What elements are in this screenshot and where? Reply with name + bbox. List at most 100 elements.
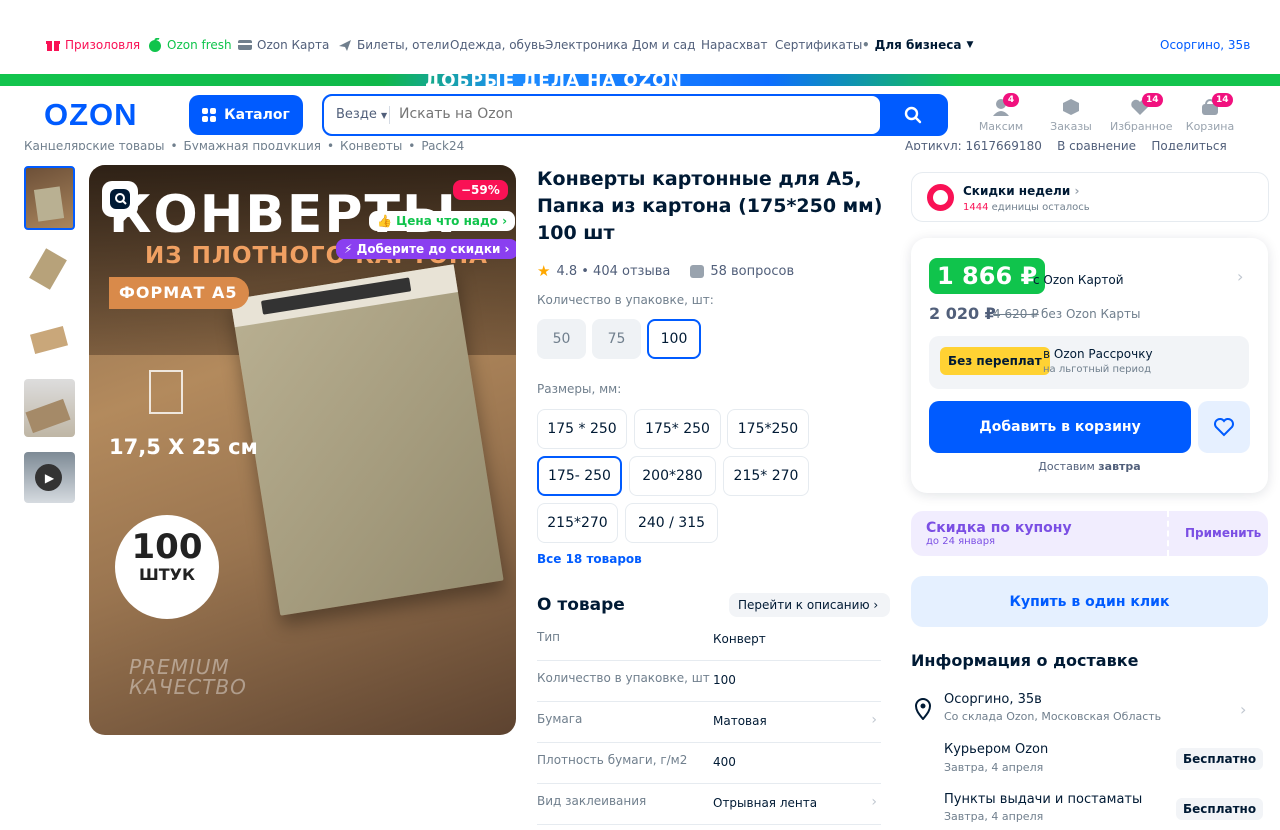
topnav-item-home[interactable]: Дом и сад	[632, 38, 695, 52]
week-deals-title-text: Скидки недели	[963, 184, 1071, 198]
size-option[interactable]: 175*250	[727, 409, 809, 449]
product-title: Конверты картонные для А5, Папка из карт…	[537, 168, 883, 244]
coupon-apply-button[interactable]: Применить	[1185, 526, 1261, 540]
topnav-label: Для бизнеса	[874, 38, 962, 52]
add-to-cart-button[interactable]: Добавить в корзину	[929, 401, 1191, 453]
topnav-item-tickets[interactable]: Билеты, отели	[338, 38, 449, 52]
lightning-icon: ⚡	[344, 242, 353, 256]
heart-outline-icon	[1214, 418, 1234, 437]
premium-line1: PREMIUM	[129, 655, 230, 679]
buy-one-click-button[interactable]: Купить в один клик	[911, 576, 1268, 627]
attr-key: Плотность бумаги, г/м2	[537, 753, 688, 767]
main-product-image[interactable]: КОНВЕРТЫ ИЗ ПЛОТНОГО КАРТОНА ФОРМАТ А5 1…	[89, 165, 516, 735]
gallery-thumb-1[interactable]	[24, 166, 75, 230]
ozon-card-price-label: с Ozon Картой	[1033, 273, 1124, 287]
price-card: 1 866 ₽ с Ozon Картой › 2 020 ₽ 4 620 ₽ …	[911, 238, 1268, 493]
thumbs-up-icon: 👍	[377, 214, 392, 228]
promo-banner[interactable]: ДОБРЫЕ ДЕЛА НА OZON	[0, 74, 1280, 86]
count-unit: ШТУК	[138, 565, 196, 584]
header-profile[interactable]: 4 Максим	[971, 93, 1031, 133]
card-icon	[238, 40, 252, 50]
size-option[interactable]: 175* 250	[634, 409, 721, 449]
installment-sub: на льготный период	[1043, 364, 1152, 375]
search-field-area: Везде ▼	[324, 96, 880, 134]
questions-link[interactable]: 58 вопросов	[710, 264, 794, 279]
topnav-item-trending[interactable]: Нарасхват	[701, 38, 767, 52]
qty-option-selected[interactable]: 100	[647, 319, 701, 359]
qty-label: Количество в упаковке, шт:	[537, 293, 714, 307]
coupon-banner[interactable]: Скидка по купону до 24 января Применить	[911, 511, 1268, 556]
size-option[interactable]: 240 / 315	[625, 503, 718, 543]
breadcrumb: Канцелярские товары • Бумажная продукция • К…	[24, 140, 470, 150]
rating-row[interactable]: ★ 4.8 • 404 отзыва 58 вопросов	[537, 262, 794, 280]
search-bar: Везде ▼	[322, 94, 948, 136]
delivery-address[interactable]: Осоргино, 35в	[944, 692, 1042, 707]
size-option[interactable]: 215*270	[537, 503, 618, 543]
attribute-row: Плотность бумаги, г/м2 400	[537, 743, 881, 784]
share-link[interactable]: Поделиться	[1151, 140, 1226, 150]
breadcrumb-item[interactable]: Канцелярские товары	[24, 140, 164, 150]
gallery-thumb-3[interactable]	[24, 308, 75, 372]
search-button[interactable]	[880, 96, 946, 134]
ozon-logo[interactable]: OZON	[44, 97, 138, 133]
favorite-button[interactable]	[1198, 401, 1250, 453]
count-badge: 100 ШТУК	[115, 515, 219, 619]
catalog-button[interactable]: Каталог	[189, 95, 303, 135]
topnav-label: Ozon Карта	[257, 38, 330, 52]
regular-price-label: без Ozon Карты	[1041, 307, 1141, 321]
topnav-item-clothes[interactable]: Одежда, обувь	[450, 38, 545, 52]
article-number[interactable]: Артикул: 1617669180	[905, 140, 1042, 150]
qty-option[interactable]: 75	[592, 319, 641, 359]
breadcrumb-item[interactable]: Pack24	[421, 140, 464, 150]
search-scope-select[interactable]: Везде ▼	[336, 107, 387, 122]
topnav-label: Электроника	[545, 38, 628, 52]
gallery-thumb-2[interactable]	[24, 238, 75, 302]
grid-icon	[202, 108, 217, 122]
all-products-link[interactable]: Все 18 товаров	[537, 552, 642, 566]
gallery-thumb-video[interactable]: ▶	[24, 452, 75, 503]
rating-text[interactable]: 4.8 • 404 отзыва	[556, 264, 670, 279]
goto-description-button[interactable]: Перейти к описанию ›	[729, 593, 891, 617]
installment-banner[interactable]: Без переплат в Ozon Рассрочку на льготны…	[929, 336, 1249, 389]
discount-badge: −59%	[453, 180, 508, 200]
attribute-row[interactable]: Бумага Матовая ›	[537, 702, 881, 743]
breadcrumb-item[interactable]: Бумажная продукция	[184, 140, 321, 150]
header-cart[interactable]: 14 Корзина	[1180, 93, 1240, 133]
delivery-hint: Доставим завтра	[911, 460, 1268, 473]
search-input[interactable]	[399, 106, 859, 122]
topnav-item-ozon-card[interactable]: Ozon Карта	[238, 38, 329, 52]
topnav-label: Нарасхват	[701, 38, 768, 52]
week-deals-card[interactable]: Скидки недели › 1444 единицы осталось	[911, 172, 1269, 222]
topnav-item-certificates[interactable]: Сертификаты	[775, 38, 862, 52]
chevron-right-icon[interactable]: ›	[1240, 700, 1246, 719]
product-meta-row: Артикул: 1617669180 В сравнение Поделить…	[905, 140, 1227, 150]
size-option-selected[interactable]: 175- 250	[537, 456, 622, 496]
delivery-price-badge: Бесплатно	[1176, 748, 1264, 770]
size-option[interactable]: 215* 270	[723, 456, 809, 496]
attr-value: Конверт	[713, 632, 766, 646]
size-option[interactable]: 200*280	[629, 456, 716, 496]
topnav-item-business[interactable]: • Для бизнеса ▼	[862, 38, 973, 52]
delivery-address-sub: Со склада Ozon, Московская Область	[944, 710, 1162, 723]
topnav-address[interactable]: Осоргино, 35в	[1160, 38, 1250, 52]
header-orders[interactable]: Заказы	[1041, 98, 1101, 133]
thumb-envelope	[33, 186, 65, 222]
delivery-option-title: Курьером Ozon	[944, 742, 1049, 757]
qty-option[interactable]: 50	[537, 319, 586, 359]
attribute-row[interactable]: Вид заклеивания Отрывная лента ›	[537, 784, 881, 825]
topnav-item-prizolovlya[interactable]: Призоловля	[46, 38, 140, 52]
compare-link[interactable]: В сравнение	[1057, 140, 1136, 150]
chevron-right-icon[interactable]: ›	[1237, 267, 1243, 286]
tag-label: Доберите до скидки	[356, 242, 501, 256]
header-favorites[interactable]: 14 Избранное	[1110, 93, 1172, 133]
topnav-item-ozon-fresh[interactable]: Ozon fresh	[148, 38, 232, 52]
delivery-hint-text: Доставим	[1038, 460, 1095, 473]
week-deals-icon	[927, 184, 954, 211]
breadcrumb-item[interactable]: Конверты	[340, 140, 402, 150]
more-discount-badge[interactable]: ⚡ Доберите до скидки ›	[336, 239, 516, 259]
topnav-item-electronics[interactable]: Электроника	[545, 38, 628, 52]
week-deals-title: Скидки недели ›	[963, 184, 1079, 198]
gallery-thumb-4[interactable]	[24, 379, 75, 437]
size-option[interactable]: 175 * 250	[537, 409, 627, 449]
visual-search-button[interactable]	[102, 181, 138, 217]
